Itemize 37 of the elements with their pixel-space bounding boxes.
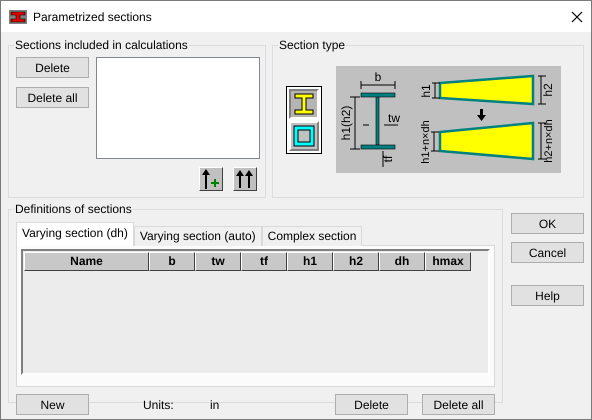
box-section-icon [293, 124, 315, 146]
column-header: h2 [333, 252, 379, 271]
column-header: tw [195, 252, 241, 271]
close-icon[interactable] [571, 10, 583, 22]
window-title: Parametrized sections [33, 10, 153, 24]
column-header: hmax [425, 252, 471, 271]
delete-all-button[interactable]: Delete all [16, 87, 89, 108]
i-beam-logo-icon [9, 10, 27, 24]
arrow-up-plus-icon [202, 169, 220, 189]
units-label: Units: [143, 398, 175, 412]
sections-table[interactable]: Name b tw tf h1 h2 dh hmax [21, 249, 490, 375]
column-header: tf [241, 252, 287, 271]
new-button[interactable]: New [16, 394, 89, 415]
help-button[interactable]: Help [511, 285, 584, 306]
add-up-button[interactable] [199, 167, 223, 191]
tab[interactable]: Complex section [262, 226, 362, 246]
section-type-button[interactable] [289, 88, 319, 118]
tab[interactable]: Varying section (dh) [16, 222, 134, 246]
ok-button[interactable]: OK [511, 213, 584, 234]
section-diagram: b h1(h2) tw tf h1 h2 h1+n×dh h2+n×dh [336, 66, 561, 173]
column-header: b [149, 252, 195, 271]
delete-all-button[interactable]: Delete all [422, 394, 495, 415]
column-header: h1 [287, 252, 333, 271]
column-header: Name [24, 252, 149, 271]
all-up-button[interactable] [233, 167, 257, 191]
group-title: Sections included in calculations [14, 38, 189, 52]
column-header: dh [379, 252, 425, 271]
cancel-button[interactable]: Cancel [511, 242, 584, 263]
i-beam-icon [294, 92, 314, 114]
group-title: Definitions of sections [14, 202, 133, 216]
delete-button[interactable]: Delete [16, 57, 89, 78]
sections-list[interactable] [96, 57, 260, 159]
units-value: in [210, 398, 220, 412]
delete-button[interactable]: Delete [335, 394, 408, 415]
double-arrow-up-icon [236, 169, 254, 189]
group-title: Section type [278, 38, 346, 52]
tab[interactable]: Varying section (auto) [134, 226, 262, 246]
